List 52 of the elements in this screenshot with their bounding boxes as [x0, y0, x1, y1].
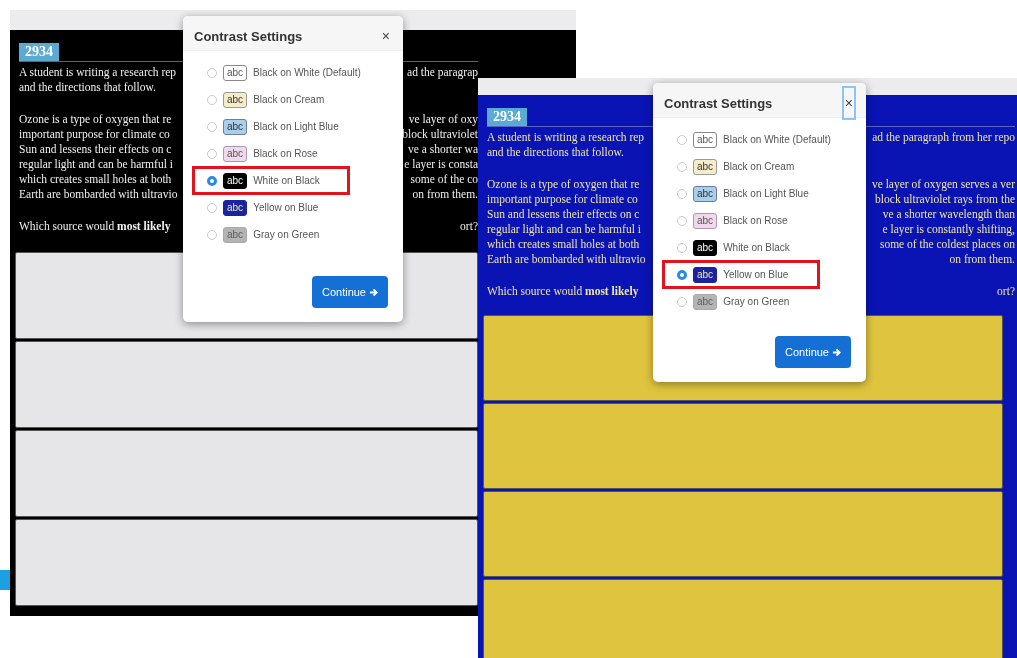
passage-text: which creates small holes at both	[19, 172, 172, 187]
passage-text: Ozone is a type of oxygen that re	[487, 177, 640, 192]
passage-text: Ozone is a type of oxygen that re	[19, 112, 172, 127]
passage-text: ad the paragrap	[407, 65, 478, 80]
passage-text: important purpose for climate co	[19, 127, 170, 142]
dialog-title: Contrast Settings	[664, 95, 773, 111]
passage-text: block ultraviolet	[402, 127, 478, 142]
passage-text: Sun and lessens their effects on c	[19, 142, 172, 157]
passage-text: ve a shorter wa	[408, 142, 478, 157]
passage-text: some of the co	[410, 172, 478, 187]
passage-text: Earth are bombarded with ultravio	[487, 252, 646, 267]
color-swatch: abc	[223, 172, 248, 189]
passage-text: Earth are bombarded with ultravio	[19, 187, 178, 202]
color-swatch: abc	[223, 199, 248, 216]
color-swatch: abc	[693, 212, 718, 229]
color-swatch: abc	[223, 91, 248, 108]
passage-text: on from them.	[949, 252, 1015, 267]
passage-text: which creates small holes at both	[487, 237, 640, 252]
passage-text: some of the coldest places on	[879, 237, 1015, 252]
passage-text: e layer is constantly shifting,	[882, 222, 1015, 237]
passage-text: and the directions that follow.	[19, 80, 156, 95]
passage-text: important purpose for climate co	[487, 192, 638, 207]
dialog-title: Contrast Settings	[194, 28, 303, 44]
passage-text: Sun and lessens their effects on c	[487, 207, 640, 222]
passage-text: Which source would most likely	[487, 284, 639, 299]
color-swatch: abc	[693, 185, 718, 202]
passage-text: regular light and can be harmful i	[19, 157, 173, 172]
item-number: 2934	[19, 43, 59, 61]
passage-text: ort?	[460, 219, 478, 234]
color-swatch: abc	[693, 158, 718, 175]
passage-text: ve layer of oxy	[408, 112, 478, 127]
color-swatch: abc	[223, 145, 248, 162]
passage-text: regular light and can be harmful i	[487, 222, 641, 237]
passage-text: ort?	[997, 284, 1015, 299]
passage-text: on from them.	[412, 187, 478, 202]
color-swatch: abc	[693, 266, 718, 283]
passage-text: and the directions that follow.	[487, 145, 624, 160]
color-swatch: abc	[223, 226, 248, 243]
passage-text: ve layer of oxygen serves a ver	[871, 177, 1015, 192]
passage-text: e layer is consta	[404, 157, 478, 172]
color-swatch: abc	[693, 131, 717, 148]
passage-text: block ultraviolet rays from the	[875, 192, 1015, 207]
passage-text: ve a shorter wavelength than	[882, 207, 1015, 222]
color-swatch: abc	[223, 118, 248, 135]
color-swatch: abc	[693, 239, 718, 256]
color-swatch: abc	[693, 293, 718, 310]
passage-text: A student is writing a research rep	[487, 130, 645, 145]
passage-text: A student is writing a research rep	[19, 65, 177, 80]
passage-text: ad the paragraph from her repo	[872, 130, 1015, 145]
item-number: 2934	[487, 108, 527, 126]
passage-text: Which source would most likely	[19, 219, 171, 234]
color-swatch: abc	[223, 64, 247, 81]
